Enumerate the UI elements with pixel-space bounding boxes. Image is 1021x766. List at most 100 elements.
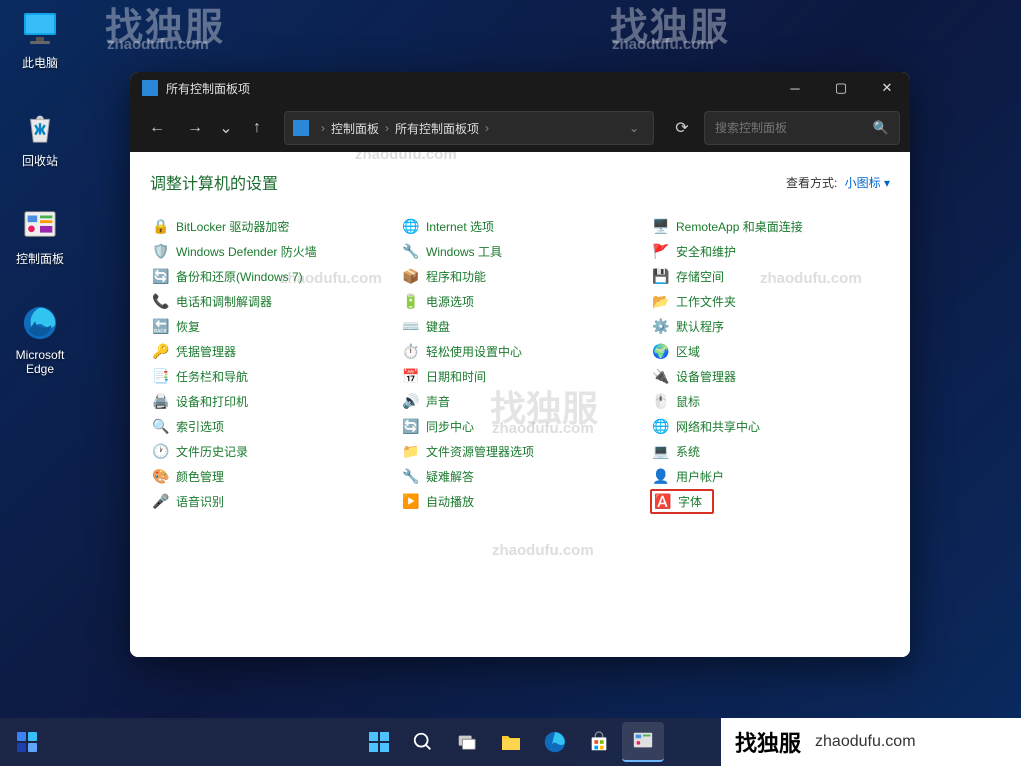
search-input[interactable] bbox=[715, 121, 873, 135]
task-view-button[interactable] bbox=[446, 722, 488, 762]
item-icon: 🎤 bbox=[152, 493, 170, 511]
control-panel-item[interactable]: 🕐文件历史记录 bbox=[150, 439, 390, 464]
control-panel-item[interactable]: 🔊声音 bbox=[400, 389, 640, 414]
control-panel-item[interactable]: 💾存储空间 bbox=[650, 264, 890, 289]
recycle-bin-icon bbox=[19, 106, 61, 148]
item-icon: 💻 bbox=[652, 443, 670, 461]
item-label: 网络和共享中心 bbox=[676, 418, 760, 435]
item-label: 键盘 bbox=[426, 318, 450, 335]
control-panel-item[interactable]: 🖨️设备和打印机 bbox=[150, 389, 390, 414]
control-panel-item[interactable]: 🔧疑难解答 bbox=[400, 464, 640, 489]
refresh-button[interactable]: ⟳ bbox=[664, 111, 700, 145]
breadcrumb-root[interactable]: 控制面板 bbox=[331, 120, 379, 137]
item-label: Windows Defender 防火墙 bbox=[176, 243, 317, 260]
store-button[interactable] bbox=[578, 722, 620, 762]
control-panel-item[interactable]: 🌐Internet 选项 bbox=[400, 214, 640, 239]
item-icon: 📅 bbox=[402, 368, 420, 386]
explorer-button[interactable] bbox=[490, 722, 532, 762]
desktop-icon-edge[interactable]: Microsoft Edge bbox=[0, 302, 80, 376]
close-button[interactable]: ✕ bbox=[864, 72, 910, 104]
start-button[interactable] bbox=[358, 722, 400, 762]
content-area: 调整计算机的设置 查看方式: 小图标 ▾ 🔒BitLocker 驱动器加密🛡️W… bbox=[130, 152, 910, 657]
maximize-button[interactable]: ▢ bbox=[818, 72, 864, 104]
search-box[interactable]: 🔍 bbox=[704, 111, 900, 145]
back-button[interactable]: ← bbox=[140, 111, 174, 145]
item-label: 同步中心 bbox=[426, 418, 474, 435]
item-label: 恢复 bbox=[176, 318, 200, 335]
desktop-icon-this-pc[interactable]: 此电脑 bbox=[0, 8, 80, 71]
minimize-button[interactable]: ─ bbox=[772, 72, 818, 104]
control-panel-item[interactable]: 🖥️RemoteApp 和桌面连接 bbox=[650, 214, 890, 239]
control-panel-item[interactable]: 🖱️鼠标 bbox=[650, 389, 890, 414]
control-panel-item[interactable]: ⚙️默认程序 bbox=[650, 314, 890, 339]
desktop-icon-control-panel[interactable]: 控制面板 bbox=[0, 204, 80, 267]
control-panel-item[interactable]: 🎤语音识别 bbox=[150, 489, 390, 514]
control-panel-item[interactable]: 🔌设备管理器 bbox=[650, 364, 890, 389]
control-panel-item[interactable]: 💻系统 bbox=[650, 439, 890, 464]
corner-overlay: 找独服 zhaodufu.com bbox=[721, 718, 1021, 766]
search-button[interactable] bbox=[402, 722, 444, 762]
sep-icon: › bbox=[385, 121, 389, 135]
widgets-button[interactable] bbox=[6, 724, 48, 760]
desktop-icon-label: 回收站 bbox=[22, 152, 58, 169]
item-icon: 🔧 bbox=[402, 243, 420, 261]
item-icon: 🖨️ bbox=[152, 393, 170, 411]
sep-icon: › bbox=[485, 121, 489, 135]
item-icon: ⏱️ bbox=[402, 343, 420, 361]
control-panel-item[interactable]: ▶️自动播放 bbox=[400, 489, 640, 514]
search-icon: 🔍 bbox=[873, 120, 889, 136]
control-panel-item[interactable]: 🔍索引选项 bbox=[150, 414, 390, 439]
control-panel-item[interactable]: 🎨颜色管理 bbox=[150, 464, 390, 489]
control-panel-item[interactable]: 🌐 网络和共享中心 bbox=[650, 414, 890, 439]
address-bar[interactable]: › 控制面板 › 所有控制面板项 › ⌄ bbox=[284, 111, 654, 145]
breadcrumb-current[interactable]: 所有控制面板项 bbox=[395, 120, 479, 137]
control-panel-item[interactable]: 📑任务栏和导航 bbox=[150, 364, 390, 389]
item-label: 设备管理器 bbox=[676, 368, 736, 385]
control-panel-item[interactable]: 🔙恢复 bbox=[150, 314, 390, 339]
control-panel-item[interactable]: 🅰️字体 bbox=[650, 489, 714, 514]
recent-dropdown[interactable]: ⌄ bbox=[216, 111, 236, 145]
watermark-text: 找独服 bbox=[610, 0, 730, 51]
control-panel-item[interactable]: 📞电话和调制解调器 bbox=[150, 289, 390, 314]
control-panel-item[interactable]: ⏱️轻松使用设置中心 bbox=[400, 339, 640, 364]
control-panel-item[interactable]: 📂工作文件夹 bbox=[650, 289, 890, 314]
control-panel-item[interactable]: 🔧Windows 工具 bbox=[400, 239, 640, 264]
item-icon: 🚩 bbox=[652, 243, 670, 261]
item-label: 颜色管理 bbox=[176, 468, 224, 485]
control-panel-item[interactable]: 🔄备份和还原(Windows 7) bbox=[150, 264, 390, 289]
edge-icon bbox=[19, 302, 61, 344]
control-panel-item[interactable]: 📁文件资源管理器选项 bbox=[400, 439, 640, 464]
item-label: 安全和维护 bbox=[676, 243, 736, 260]
control-panel-item[interactable]: 📅日期和时间 bbox=[400, 364, 640, 389]
control-panel-item[interactable]: 🌍区域 bbox=[650, 339, 890, 364]
item-icon: 🖱️ bbox=[652, 393, 670, 411]
edge-button[interactable] bbox=[534, 722, 576, 762]
item-label: 电话和调制解调器 bbox=[176, 293, 272, 310]
control-panel-item[interactable]: 🔑凭据管理器 bbox=[150, 339, 390, 364]
item-label: 备份和还原(Windows 7) bbox=[176, 268, 303, 285]
control-panel-item[interactable]: 🛡️Windows Defender 防火墙 bbox=[150, 239, 390, 264]
item-label: 自动播放 bbox=[426, 493, 474, 510]
item-icon: 🖥️ bbox=[652, 218, 670, 236]
control-panel-item[interactable]: 🔄同步中心 bbox=[400, 414, 640, 439]
item-icon: 🔊 bbox=[402, 393, 420, 411]
item-label: 存储空间 bbox=[676, 268, 724, 285]
item-icon: 🌐 bbox=[652, 418, 670, 436]
control-panel-item[interactable]: 📦程序和功能 bbox=[400, 264, 640, 289]
desktop-icon-label: 控制面板 bbox=[16, 250, 64, 267]
control-panel-item[interactable]: 👤用户帐户 bbox=[650, 464, 890, 489]
control-panel-item[interactable]: 🚩 安全和维护 bbox=[650, 239, 890, 264]
viewby-dropdown[interactable]: 小图标 ▾ bbox=[845, 176, 890, 190]
desktop-icon-recycle-bin[interactable]: 回收站 bbox=[0, 106, 80, 169]
chevron-down-icon[interactable]: ⌄ bbox=[629, 121, 639, 135]
item-label: 索引选项 bbox=[176, 418, 224, 435]
item-icon: 🔋 bbox=[402, 293, 420, 311]
watermark-url: zhaodufu.com bbox=[355, 152, 457, 163]
control-panel-item[interactable]: 🔋电源选项 bbox=[400, 289, 640, 314]
control-panel-taskbar[interactable] bbox=[622, 722, 664, 762]
item-label: 任务栏和导航 bbox=[176, 368, 248, 385]
up-button[interactable]: ↑ bbox=[240, 111, 274, 145]
control-panel-item[interactable]: 🔒BitLocker 驱动器加密 bbox=[150, 214, 390, 239]
forward-button[interactable]: → bbox=[178, 111, 212, 145]
control-panel-item[interactable]: ⌨️键盘 bbox=[400, 314, 640, 339]
